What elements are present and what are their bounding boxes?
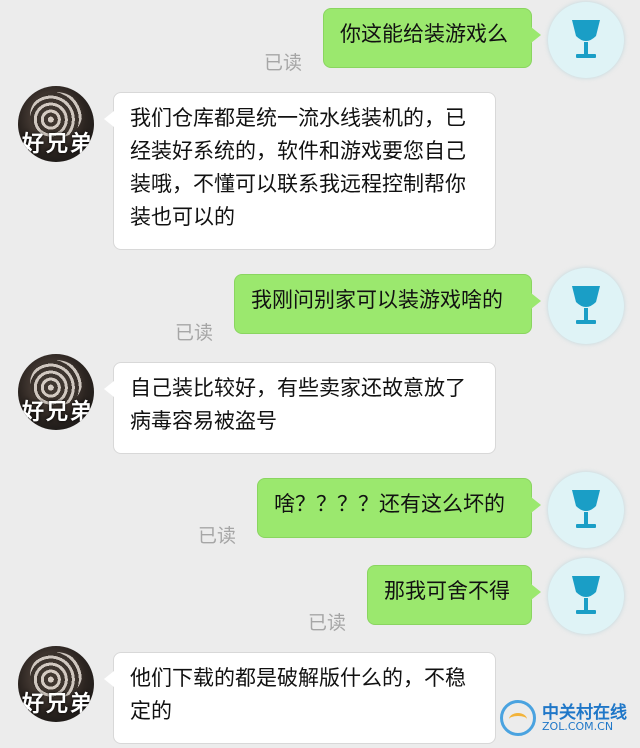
message-bubble-outgoing[interactable]: 啥？？？？还有这么坏的 (257, 478, 541, 538)
wine-glass-icon (572, 576, 600, 614)
message-bubble-incoming[interactable]: 自己装比较好，有些卖家还故意放了病毒容易被盗号 (104, 362, 496, 454)
wine-glass-icon (572, 20, 600, 58)
read-receipt: 已读 (264, 52, 303, 74)
watermark-en: ZOL.COM.CN (542, 720, 614, 733)
message-bubble-incoming[interactable]: 我们仓库都是统一流水线装机的，已经装好系统的，软件和游戏要您自己装哦，不懂可以联… (104, 92, 496, 250)
read-receipt: 已读 (308, 612, 347, 634)
my-avatar[interactable] (548, 558, 624, 634)
wine-glass-icon (572, 286, 600, 324)
read-receipt: 已读 (198, 525, 237, 547)
my-avatar[interactable] (548, 268, 624, 344)
my-avatar[interactable] (548, 2, 624, 78)
contact-avatar[interactable]: 好兄弟 (18, 646, 94, 722)
watermark: 中关村在线 ZOL.COM.CN (500, 696, 640, 740)
message-bubble-outgoing[interactable]: 那我可舍不得 (367, 565, 541, 625)
read-receipt: 已读 (175, 322, 214, 344)
contact-avatar[interactable]: 好兄弟 (18, 86, 94, 162)
avatar-text: 好兄弟 (22, 132, 94, 157)
contact-avatar[interactable]: 好兄弟 (18, 354, 94, 430)
wine-glass-icon (572, 490, 600, 528)
avatar-text: 好兄弟 (22, 692, 94, 717)
avatar-text: 好兄弟 (22, 400, 94, 425)
my-avatar[interactable] (548, 472, 624, 548)
message-bubble-incoming[interactable]: 他们下载的都是破解版什么的，不稳定的 (104, 652, 496, 744)
message-bubble-outgoing[interactable]: 我刚问别家可以装游戏啥的 (234, 274, 541, 334)
message-bubble-outgoing[interactable]: 你这能给装游戏么 (323, 8, 541, 68)
zol-logo-icon (500, 700, 536, 736)
